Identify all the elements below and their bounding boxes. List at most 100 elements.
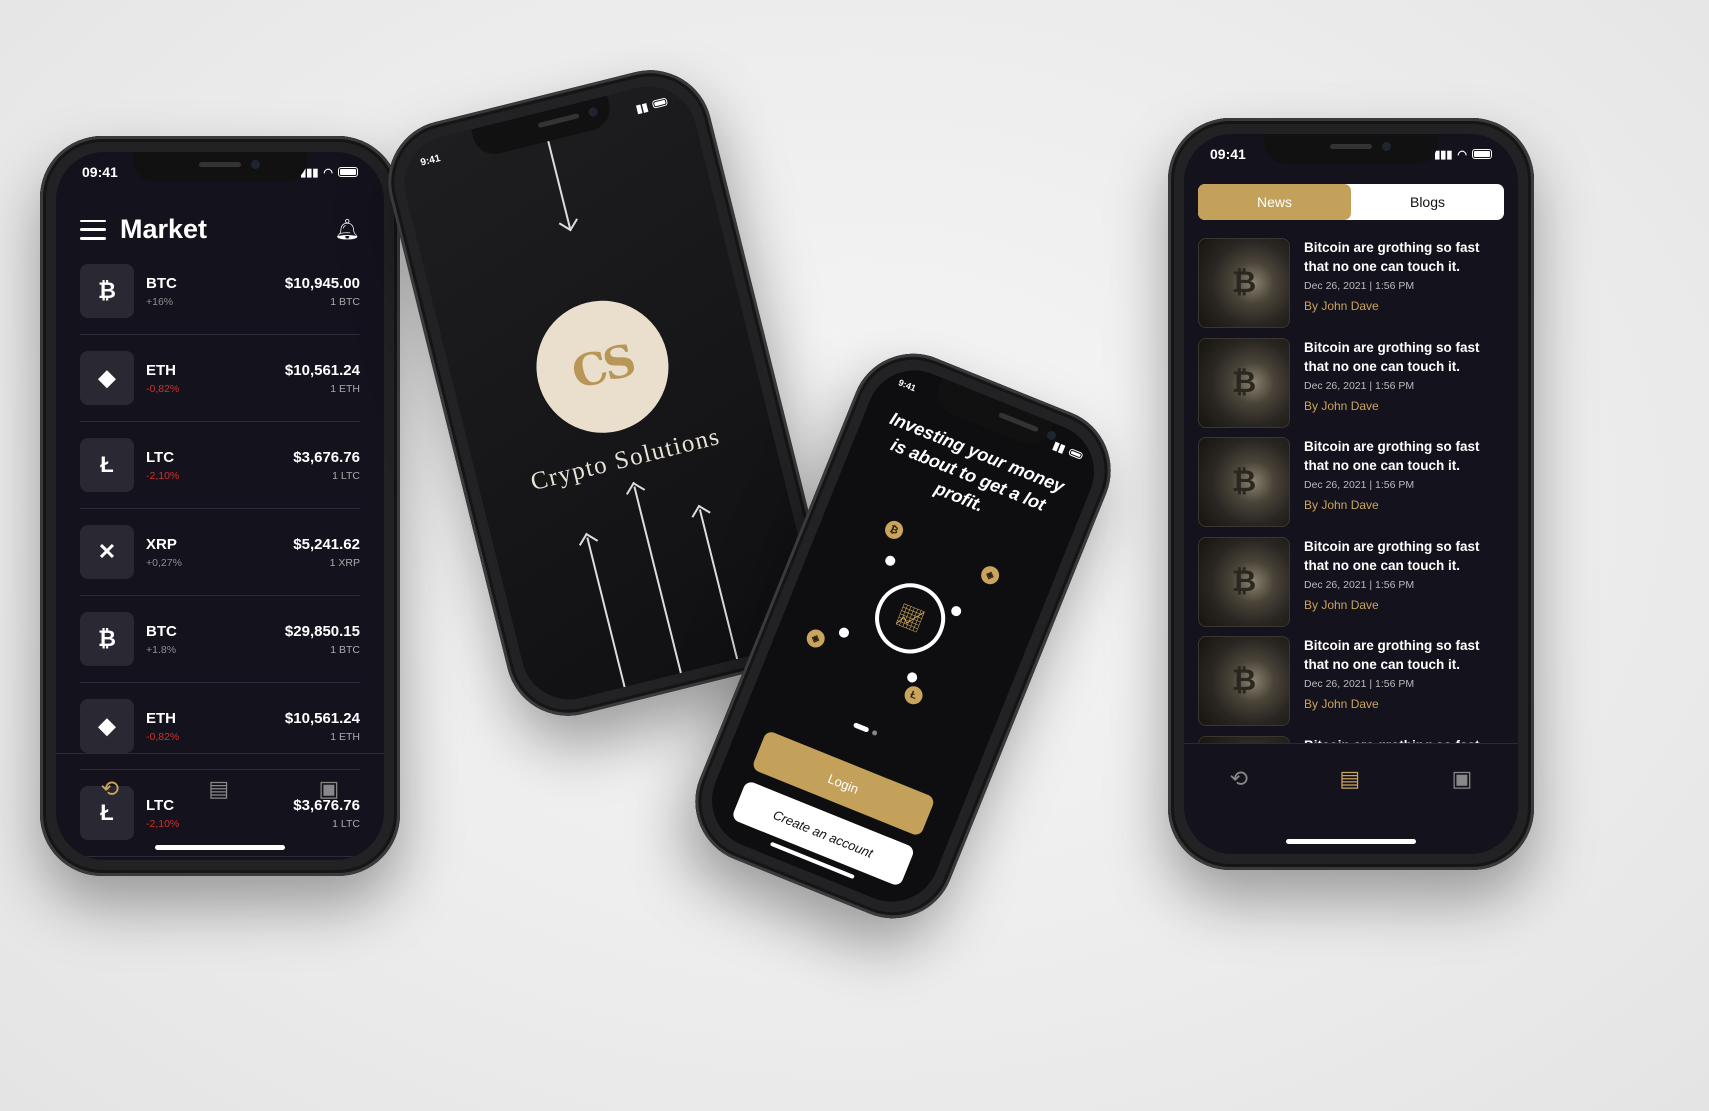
status-time: 9:41 [896, 377, 918, 394]
wifi-icon: ◠ [1457, 148, 1467, 161]
status-time: 09:41 [82, 164, 118, 180]
news-title: Bitcoin are grothing so fast that no one… [1304, 339, 1480, 374]
news-author: By John Dave [1304, 597, 1379, 612]
tab-blogs[interactable]: Blogs [1351, 184, 1504, 220]
news-item[interactable]: ₿ Bitcoin are grothing so fast that no on… [1198, 536, 1506, 637]
status-icons: ▮▮▮ ◠ [1434, 148, 1492, 161]
logo-initials: CS [566, 334, 639, 399]
coin-row-xrp[interactable]: ✕ XRP +0,27% $5,241.62 1 XRP [80, 509, 360, 596]
coin-row-btc[interactable]: ₿ BTC +16% $10,945.00 1 BTC [80, 248, 360, 335]
notch [133, 152, 307, 182]
coin-symbol: ETH [146, 361, 176, 379]
news-title: Bitcoin are grothing so fast that no one… [1304, 638, 1480, 672]
coin-price: $29,850.15 [284, 622, 360, 640]
coin-icon: ◈ [978, 563, 1002, 587]
battery-icon [651, 97, 669, 109]
menu-icon[interactable] [80, 219, 106, 240]
status-icons: ▮▮▮ ◠ [300, 166, 358, 179]
news-date: Dec 26, 2021 | 1:56 PM [1304, 479, 1415, 491]
coin-symbol: ETH [146, 709, 176, 727]
news-screen: 09:41 ▮▮▮ ◠ News Blogs ₿ Bitcoin are groth… [1184, 134, 1518, 854]
news-date: Dec 26, 2021 | 1:56 PM [1304, 280, 1415, 292]
market-phone: 09:41 ▮▮▮ ◠ Market 🔔︎ ₿ BTC +16% $10,945.00 1… [40, 136, 400, 876]
notch [1264, 134, 1438, 164]
signal-icon: ▮▮ [634, 100, 650, 116]
growth-hub-icon: 📈︎ [864, 572, 956, 664]
coin-price: $5,241.62 [293, 535, 360, 553]
node-dot [883, 554, 897, 568]
news-title: Bitcoin are grothing so fast that no one… [1304, 240, 1480, 274]
splash-screen: 9:41 ▮▮ CS Crypto Solutions [394, 76, 824, 710]
coin-change: -2,10% [146, 469, 180, 482]
briefcase-icon[interactable]: ▣ [1452, 766, 1473, 792]
news-date: Dec 26, 2021 | 1:56 PM [1304, 379, 1415, 392]
wifi-icon: ◠ [323, 166, 333, 179]
status-time: 9:41 [419, 152, 442, 169]
news-date: Dec 26, 2021 | 1:56 PM [1304, 578, 1415, 591]
eth-icon: ◆ [80, 699, 134, 753]
coin-amount: 1 BTC [330, 295, 360, 308]
chart-icon[interactable]: ⟲ [1230, 766, 1248, 792]
coin-amount: 1 ETH [330, 730, 360, 743]
home-indicator [155, 845, 285, 850]
bell-icon[interactable]: 🔔︎ [335, 217, 360, 242]
news-author: By John Dave [1304, 498, 1379, 512]
coin-amount: 1 XRP [329, 556, 360, 569]
status-time: 09:41 [1210, 146, 1246, 162]
coin-change: +16% [146, 295, 174, 308]
news-item[interactable]: ₿ Bitcoin are grothing so fast that no on… [1198, 636, 1506, 736]
bitcoin-thumbnail: ₿ [1198, 437, 1290, 527]
segment-control: News Blogs [1198, 184, 1504, 220]
tab-bar: ⟲ ▤ ▣ [1184, 743, 1518, 814]
coin-change: +0,27% [146, 556, 182, 569]
node-dot [949, 604, 963, 618]
coin-amount: 1 BTC [330, 643, 360, 656]
news-title: Bitcoin are grothing so fast that no one… [1304, 538, 1480, 573]
news-item[interactable]: ₿ Bitcoin are grothing so fast that no on… [1198, 238, 1506, 338]
battery-icon [1472, 149, 1492, 159]
battery-icon [338, 167, 358, 177]
coin-price: $10,561.24 [284, 709, 360, 727]
battery-icon [1068, 447, 1084, 460]
bitcoin-coin-icon: ₿ [882, 518, 906, 542]
coin-symbol: XRP [146, 535, 177, 553]
chart-icon[interactable]: ⟲ [101, 776, 119, 802]
coin-change: -0,82% [146, 730, 180, 743]
coin-row-btc[interactable]: ₿ BTC +1.8% $29,850.15 1 BTC [80, 596, 360, 683]
home-indicator [1286, 839, 1416, 844]
bitcoin-thumbnail: ₿ [1198, 536, 1290, 627]
coin-row-eth[interactable]: ◆ ETH -0,82% $10,561.24 1 ETH [80, 335, 360, 422]
signal-icon: ▮▮ [1051, 439, 1067, 456]
bitcoin-thumbnail: ₿ [1198, 337, 1290, 428]
market-screen: 09:41 ▮▮▮ ◠ Market 🔔︎ ₿ BTC +16% $10,945.00 1… [56, 152, 384, 860]
status-icons: ▮▮ [634, 95, 669, 116]
coin-price: $10,945.00 [284, 274, 360, 292]
coin-amount: 1 ETH [330, 382, 360, 395]
eth-icon: ◆ [80, 351, 134, 405]
news-item[interactable]: ₿ Bitcoin are grothing so fast that no on… [1198, 337, 1506, 438]
briefcase-icon[interactable]: ▣ [319, 776, 340, 802]
news-icon[interactable]: ▤ [208, 776, 229, 802]
tab-bar: ⟲ ▤ ▣ [56, 753, 384, 824]
litecoin-coin-icon: Ł [901, 683, 926, 707]
news-item[interactable]: ₿ Bitcoin are grothing so fast that no on… [1198, 437, 1506, 537]
node-dot [905, 670, 919, 684]
news-phone: 09:41 ▮▮▮ ◠ News Blogs ₿ Bitcoin are groth… [1168, 118, 1534, 870]
news-icon[interactable]: ▤ [1339, 766, 1360, 792]
btc-icon: ₿ [80, 264, 134, 318]
bitcoin-thumbnail: ₿ [1198, 238, 1290, 328]
coin-price: $10,561.24 [284, 361, 360, 379]
coin-change: -0,82% [146, 382, 180, 395]
news-title: Bitcoin are grothing so fast that no one… [1304, 439, 1480, 473]
coin-symbol: LTC [146, 448, 175, 466]
status-icons: ▮▮ [1051, 438, 1085, 462]
xrp-icon: ✕ [80, 525, 134, 579]
news-author: By John Dave [1304, 299, 1379, 313]
market-header: Market 🔔︎ [80, 214, 360, 245]
coin-change: +1.8% [146, 643, 177, 656]
signal-icon: ▮▮▮ [1434, 148, 1453, 161]
coin-row-ltc[interactable]: Ł LTC -2,10% $3,676.76 1 LTC [80, 422, 360, 509]
coin-symbol: BTC [146, 622, 177, 640]
coin-icon: ◈ [803, 626, 828, 651]
tab-news[interactable]: News [1198, 184, 1351, 220]
